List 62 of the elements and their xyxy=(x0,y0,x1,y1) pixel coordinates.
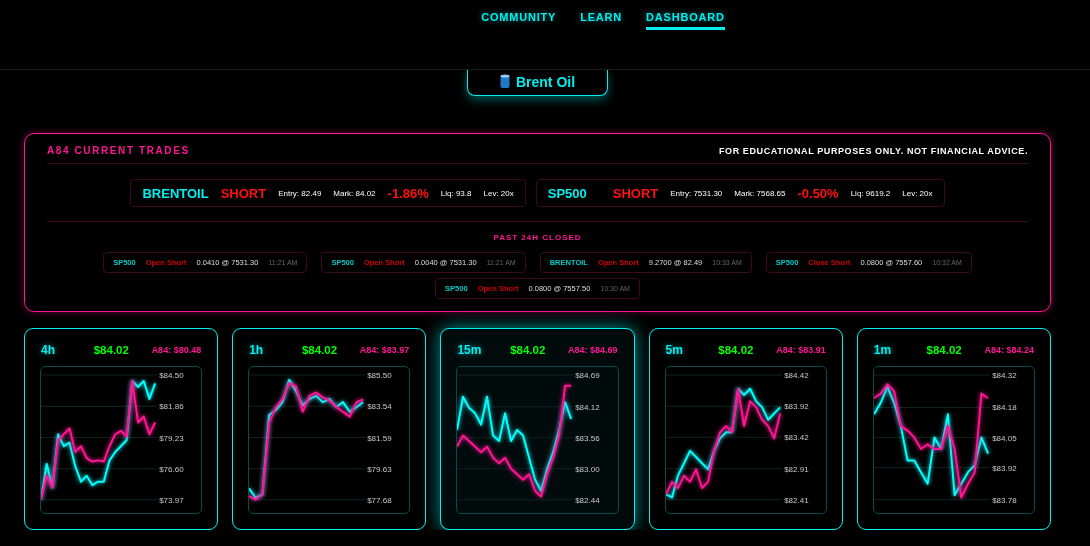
pnl-percent: -1.86% xyxy=(387,185,429,201)
a84-price: A84: $84.24 xyxy=(984,344,1034,355)
asset-button[interactable]: Brent Oil xyxy=(467,70,608,96)
liquidation-price: Liq: 93.8 xyxy=(440,188,472,198)
nav-tab[interactable]: DASHBOARD xyxy=(646,11,725,30)
axis-tick-label: $84.12 xyxy=(575,402,600,412)
axis-tick-label: $73.97 xyxy=(159,495,184,505)
axis-tick-label: $84.05 xyxy=(991,433,1017,443)
current-price: $84.02 xyxy=(93,343,129,356)
nav-tab[interactable]: COMMUNITY xyxy=(481,11,557,30)
leverage: Lev: 20x xyxy=(483,188,514,198)
entry-price: Entry: 82.49 xyxy=(278,188,322,198)
axis-tick-label: $84.18 xyxy=(991,403,1017,413)
timeframe-label: 1h xyxy=(249,342,265,357)
timeframe-label: 1m xyxy=(873,342,893,357)
axis-tick-label: $83.92 xyxy=(991,463,1017,473)
axis-tick-label: $85.50 xyxy=(367,371,392,381)
axis-tick-label: $76.60 xyxy=(159,464,184,474)
axis-tick-label: $79.23 xyxy=(159,433,184,443)
a84-price: A84: $84.69 xyxy=(568,344,618,355)
axis-tick-label: $84.32 xyxy=(991,371,1017,381)
axis-tick-label: $83.56 xyxy=(575,433,600,443)
timeframe-label: 4h xyxy=(41,342,56,357)
pnl-percent: -0.50% xyxy=(797,185,839,201)
axis-tick-label: $84.69 xyxy=(575,371,600,381)
disclaimer-text: FOR EDUCATIONAL PURPOSES ONLY. NOT FINANCIAL ADVICE. xyxy=(718,145,1028,156)
axis-tick-label: $84.42 xyxy=(783,371,809,381)
mark-price: Mark: 84.02 xyxy=(333,188,376,198)
trade-symbol: BRENTOIL xyxy=(142,185,209,201)
axis-tick-label: $83.92 xyxy=(783,402,809,412)
current-price: $84.02 xyxy=(510,343,546,356)
panel-title: A84 CURRENT TRADES xyxy=(47,145,190,156)
a84-price: A84: $83.91 xyxy=(776,344,826,355)
axis-tick-label: $77.68 xyxy=(367,495,392,505)
axis-tick-label: $83.54 xyxy=(367,402,392,412)
current-price: $84.02 xyxy=(926,343,962,356)
axis-tick-label: $82.44 xyxy=(575,495,600,505)
section-title: PAST 24H CLOSED xyxy=(492,233,583,242)
trade-symbol: SP500 xyxy=(547,185,587,201)
mark-price: Mark: 7568.65 xyxy=(734,188,786,198)
a84-price: A84: $83.97 xyxy=(359,344,410,355)
trade-side: SHORT xyxy=(612,185,659,201)
axis-tick-label: $82.41 xyxy=(783,495,809,505)
axis-tick-label: $83.78 xyxy=(991,495,1017,505)
axis-tick-label: $81.86 xyxy=(159,402,184,412)
current-price: $84.02 xyxy=(301,343,338,356)
leverage: Lev: 20x xyxy=(902,188,933,198)
timeframe-label: 5m xyxy=(665,342,684,357)
current-price: $84.02 xyxy=(718,343,754,356)
axis-tick-label: $84.50 xyxy=(159,371,184,381)
axis-tick-label: $83.00 xyxy=(575,464,600,474)
timeframe-label: 15m xyxy=(457,342,483,357)
axis-tick-label: $81.59 xyxy=(367,433,392,443)
nav-tab[interactable]: LEARN xyxy=(580,11,623,30)
barrel-icon xyxy=(499,74,510,89)
axis-tick-label: $79.63 xyxy=(367,464,392,474)
liquidation-price: Liq: 9619.2 xyxy=(850,188,891,198)
axis-tick-label: $83.42 xyxy=(783,433,809,443)
a84-price: A84: $80.48 xyxy=(151,344,202,355)
axis-tick-label: $82.91 xyxy=(783,464,809,474)
entry-price: Entry: 7531.30 xyxy=(670,188,723,198)
trade-side: SHORT xyxy=(220,185,267,201)
